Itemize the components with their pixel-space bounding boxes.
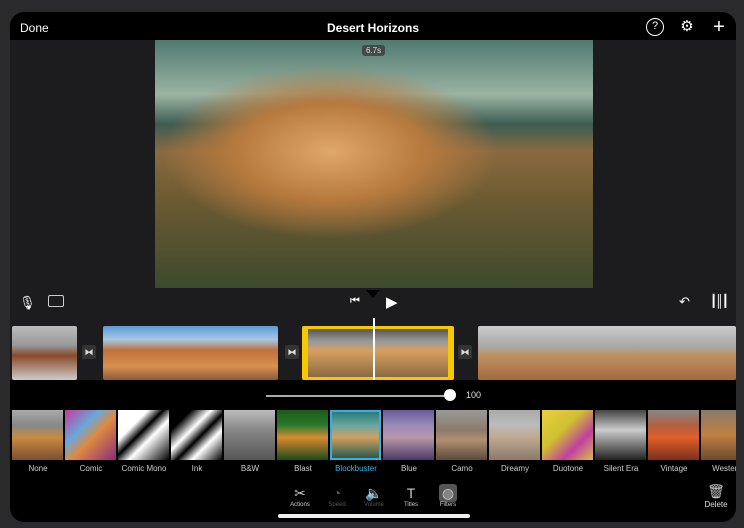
filter-label[interactable]: Camo — [432, 464, 492, 473]
filters-icon: ◍ — [439, 484, 457, 502]
filter-thumbnail[interactable] — [436, 410, 487, 460]
help-icon[interactable]: ? — [646, 18, 664, 36]
timeline-clip[interactable] — [103, 326, 278, 380]
viewer: 6.7s — [10, 40, 736, 290]
timeline-clip[interactable] — [478, 326, 736, 380]
skip-back-icon[interactable]: ⏮ — [350, 295, 360, 308]
filter-label[interactable]: Vintage — [644, 464, 704, 473]
home-indicator — [278, 514, 470, 518]
slider-knob[interactable] — [444, 389, 456, 401]
filter-label[interactable]: Silent Era — [591, 464, 651, 473]
slider-track[interactable] — [266, 395, 450, 397]
titles-button[interactable]: T Titles — [391, 484, 431, 508]
text-icon: T — [406, 485, 416, 501]
filter-thumbnail[interactable] — [65, 410, 116, 460]
filter-label[interactable]: Ink — [167, 464, 227, 473]
filter-label[interactable]: B&W — [220, 464, 280, 473]
add-icon[interactable]: + — [710, 17, 728, 37]
playhead-marker — [366, 290, 380, 298]
project-title: Desert Horizons — [326, 21, 420, 35]
transition-icon[interactable]: ⧓ — [458, 345, 472, 359]
tool-label: Filters — [439, 502, 457, 508]
filter-thumbnail[interactable] — [171, 410, 222, 460]
camera-icon[interactable] — [48, 295, 64, 307]
filter-label[interactable]: Comic Mono — [114, 464, 174, 473]
speedometer-icon: ◔ — [332, 485, 342, 501]
tool-label: Volume — [363, 502, 384, 508]
volume-button[interactable]: 🔈 Volume — [354, 484, 394, 508]
duration-badge: 6.7s — [362, 45, 386, 56]
top-bar: Done Desert Horizons ? ⚙ + — [10, 12, 736, 42]
settings-icon[interactable]: ⚙ — [678, 18, 696, 36]
play-icon[interactable]: ▶ — [386, 293, 398, 311]
delete-label: Delete — [704, 500, 728, 509]
tool-label: Titles — [403, 502, 419, 508]
transition-icon[interactable]: ⧓ — [82, 345, 96, 359]
filter-label[interactable]: Western — [697, 464, 736, 473]
filter-label[interactable]: None — [10, 464, 68, 473]
video-preview[interactable]: 6.7s — [155, 40, 593, 288]
filter-thumbnail[interactable] — [277, 410, 328, 460]
timeline-toolbar: 🎙 ⏮ ▶ ↶ ┃║┃ — [10, 290, 736, 320]
undo-icon[interactable]: ↶ — [679, 294, 690, 310]
filter-thumbnail[interactable] — [330, 410, 381, 460]
filter-label[interactable]: Comic — [61, 464, 121, 473]
scissors-icon: ✂ — [294, 485, 306, 501]
tool-label: Actions — [290, 502, 310, 508]
volume-slider: 100 — [10, 380, 736, 410]
filters-button[interactable]: ◍ Filters — [428, 484, 468, 508]
slider-value: 100 — [466, 390, 482, 400]
filter-label[interactable]: Blast — [273, 464, 333, 473]
imovie-editor: Done Desert Horizons ? ⚙ + 6.7s 🎙 ⏮ ▶ ↶ … — [10, 12, 736, 522]
filter-label[interactable]: Blockbuster — [326, 464, 386, 473]
filter-thumbnail[interactable] — [595, 410, 646, 460]
delete-button[interactable]: 🗑 Delete — [698, 482, 734, 510]
actions-button[interactable]: ✂ Actions — [280, 484, 320, 508]
timeline[interactable]: ⧓ ⧓ ⧓ — [10, 318, 736, 390]
tool-label: Speed — [328, 502, 346, 508]
trash-icon: 🗑 — [707, 483, 725, 499]
filter-thumbnail[interactable] — [701, 410, 736, 460]
filter-thumbnail[interactable] — [542, 410, 593, 460]
filter-thumbnail[interactable] — [224, 410, 275, 460]
speed-button[interactable]: ◔ Speed — [317, 484, 357, 508]
audio-waveform-icon[interactable]: ┃║┃ — [710, 294, 729, 308]
filter-thumbnail[interactable] — [383, 410, 434, 460]
filter-label[interactable]: Dreamy — [485, 464, 545, 473]
microphone-icon[interactable]: 🎙 — [19, 295, 36, 311]
filter-thumbnail[interactable] — [12, 410, 63, 460]
speaker-icon: 🔈 — [365, 485, 383, 501]
filter-label[interactable]: Duotone — [538, 464, 598, 473]
transition-icon[interactable]: ⧓ — [285, 345, 299, 359]
timeline-clip[interactable] — [12, 326, 77, 380]
selected-clip[interactable] — [302, 326, 454, 380]
filter-thumbnail[interactable] — [489, 410, 540, 460]
filter-thumbnail[interactable] — [118, 410, 169, 460]
filter-label[interactable]: Blue — [379, 464, 439, 473]
filter-thumbnail[interactable] — [648, 410, 699, 460]
